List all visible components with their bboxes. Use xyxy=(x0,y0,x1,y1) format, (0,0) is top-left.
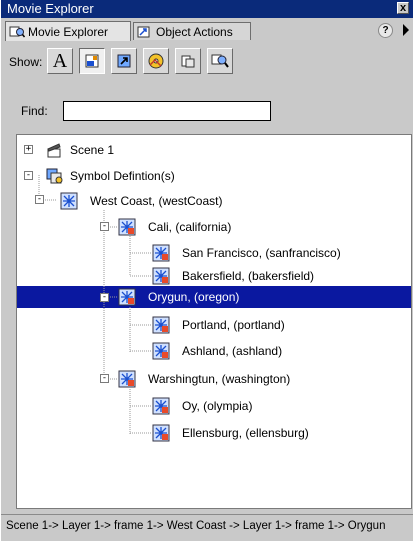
movieclip-icon xyxy=(152,397,170,415)
tab-object-actions[interactable]: Object Actions xyxy=(133,22,251,40)
collapse-warshingtun[interactable]: - xyxy=(100,374,109,383)
button-icon xyxy=(85,54,99,68)
movieclip-icon xyxy=(118,370,136,388)
find-row: Find: xyxy=(1,82,413,130)
tree-node-label: Warshingtun, (washington) xyxy=(148,372,291,386)
show-video-sounds-bitmaps-button[interactable] xyxy=(143,48,169,74)
tree-node-san-francisco[interactable]: San Francisco, (sanfrancisco) xyxy=(152,243,343,263)
show-buttons-movieclips-graphics-button[interactable] xyxy=(79,48,105,74)
tree-node-label: Ashland, (ashland) xyxy=(182,344,283,358)
show-toolbar: Show: A xyxy=(1,42,413,82)
collapse-west-coast[interactable]: - xyxy=(35,195,44,204)
tree-node-label: Cali, (california) xyxy=(148,220,232,234)
media-icon xyxy=(148,53,164,69)
tree-node-ellensburg[interactable]: Ellensburg, (ellensburg) xyxy=(152,423,311,443)
movieclip-icon xyxy=(152,244,170,262)
tree-node-cali[interactable]: Cali, (california) xyxy=(118,217,233,237)
tab-strip: Movie Explorer Object Actions ? xyxy=(1,19,413,41)
show-text-button[interactable]: A xyxy=(47,48,73,74)
find-label: Find: xyxy=(21,104,48,118)
help-icon[interactable]: ? xyxy=(378,23,393,38)
show-frames-layers-button[interactable] xyxy=(175,48,201,74)
tree-node-ashland[interactable]: Ashland, (ashland) xyxy=(152,341,284,361)
tree-node-label: Orygun, (oregon) xyxy=(146,289,242,305)
tree-node-oy[interactable]: Oy, (olympia) xyxy=(152,396,254,416)
scene-icon xyxy=(47,143,61,158)
tab-label: Movie Explorer xyxy=(28,24,109,39)
customize-items-to-show-button[interactable] xyxy=(207,48,233,74)
tree-node-warshingtun[interactable]: Warshingtun, (washington) xyxy=(118,369,292,389)
object-actions-icon xyxy=(137,26,153,38)
find-input[interactable] xyxy=(63,101,271,121)
tree-node-label: Oy, (olympia) xyxy=(182,399,253,413)
show-action-scripts-button[interactable] xyxy=(111,48,137,74)
customize-icon xyxy=(211,54,229,68)
movieclip-icon xyxy=(152,424,170,442)
tree-node-orygun[interactable]: Orygun, (oregon) xyxy=(118,287,242,307)
script-arrow-icon xyxy=(117,54,131,68)
movieclip-icon xyxy=(152,316,170,334)
text-A-icon: A xyxy=(52,49,68,72)
frames-icon xyxy=(181,55,195,68)
tree-node-scene-1[interactable]: Scene 1 xyxy=(46,140,116,160)
collapse-symbol-definitions[interactable]: - xyxy=(24,171,33,180)
movieclip-icon xyxy=(152,342,170,360)
movieclip-icon xyxy=(118,218,136,236)
movieclip-icon xyxy=(118,288,136,306)
status-path-bar: Scene 1-> Layer 1-> frame 1-> West Coast… xyxy=(1,514,413,538)
tree-node-west-coast[interactable]: West Coast, (westCoast) xyxy=(60,191,224,211)
movie-explorer-icon xyxy=(9,26,26,38)
movie-explorer-panel: Movie Explorer x Movie Explorer Object A… xyxy=(1,0,413,541)
title-bar[interactable]: Movie Explorer x xyxy=(1,0,413,18)
tree-node-label: San Francisco, (sanfrancisco) xyxy=(182,246,341,260)
tree-node-label: Symbol Defintion(s) xyxy=(70,169,175,183)
window-title: Movie Explorer xyxy=(7,1,94,16)
tree-node-label: Bakersfield, (bakersfield) xyxy=(182,269,315,283)
tree-node-label: Scene 1 xyxy=(70,143,115,157)
panel-menu-arrow-icon[interactable] xyxy=(403,24,409,36)
symbol-definitions-icon xyxy=(46,168,63,184)
movieclip-icon xyxy=(152,267,170,285)
tree-node-label: West Coast, (westCoast) xyxy=(90,194,223,208)
expand-scene-1[interactable]: + xyxy=(24,145,33,154)
tree-node-label: Ellensburg, (ellensburg) xyxy=(182,426,309,440)
collapse-cali[interactable]: - xyxy=(100,222,109,231)
show-label: Show: xyxy=(9,55,43,69)
tree-node-symbol-definitions[interactable]: Symbol Defintion(s) xyxy=(46,166,177,186)
tab-movie-explorer[interactable]: Movie Explorer xyxy=(5,21,131,41)
tab-label: Object Actions xyxy=(156,24,233,39)
movieclip-icon xyxy=(60,192,78,210)
collapse-orygun[interactable]: - xyxy=(100,293,109,302)
close-icon[interactable]: x xyxy=(397,2,409,14)
tree-node-bakersfield[interactable]: Bakersfield, (bakersfield) xyxy=(152,266,316,286)
tree-node-label: Portland, (portland) xyxy=(182,318,285,332)
tree-node-portland[interactable]: Portland, (portland) xyxy=(152,315,287,335)
movie-explorer-tree[interactable]: + - - - - - Scene 1 Symbol Defintion(s) … xyxy=(16,134,412,509)
